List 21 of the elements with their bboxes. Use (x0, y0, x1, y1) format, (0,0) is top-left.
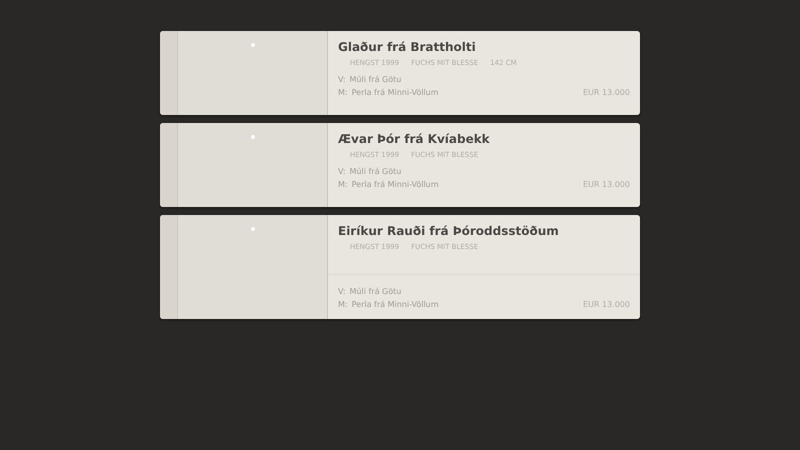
sire-name: Múli frá Götu (350, 75, 402, 84)
price: EUR 13.000 (582, 88, 630, 97)
sire-label: V: (338, 287, 346, 296)
horse-name: Eiríkur Rauði frá Þóroddsstöðum (338, 224, 560, 238)
sire-label: V: (338, 75, 346, 84)
price: EUR 13.000 (582, 300, 630, 309)
dam-name: Perla frá Minni-Völlum (352, 88, 439, 97)
dam-label: M: (338, 180, 348, 189)
horse-name: Ævar Þór frá Kvíabekk (338, 132, 491, 146)
horse-name: Glaður frá Brattholti (338, 40, 477, 54)
dot-icon (250, 43, 254, 47)
sire-label: V: (338, 167, 346, 176)
price: EUR 13.000 (582, 180, 630, 189)
dam-name: Perla frá Minni-Völlum (352, 300, 439, 309)
dam-label: M: (338, 300, 348, 309)
dot-icon (250, 135, 254, 139)
dot-icon (250, 227, 254, 231)
dam-label: M: (338, 88, 348, 97)
sire-name: Múli frá Götu (350, 287, 402, 296)
sire-name: Múli frá Götu (350, 167, 402, 176)
dam-name: Perla frá Minni-Völlum (352, 180, 439, 189)
